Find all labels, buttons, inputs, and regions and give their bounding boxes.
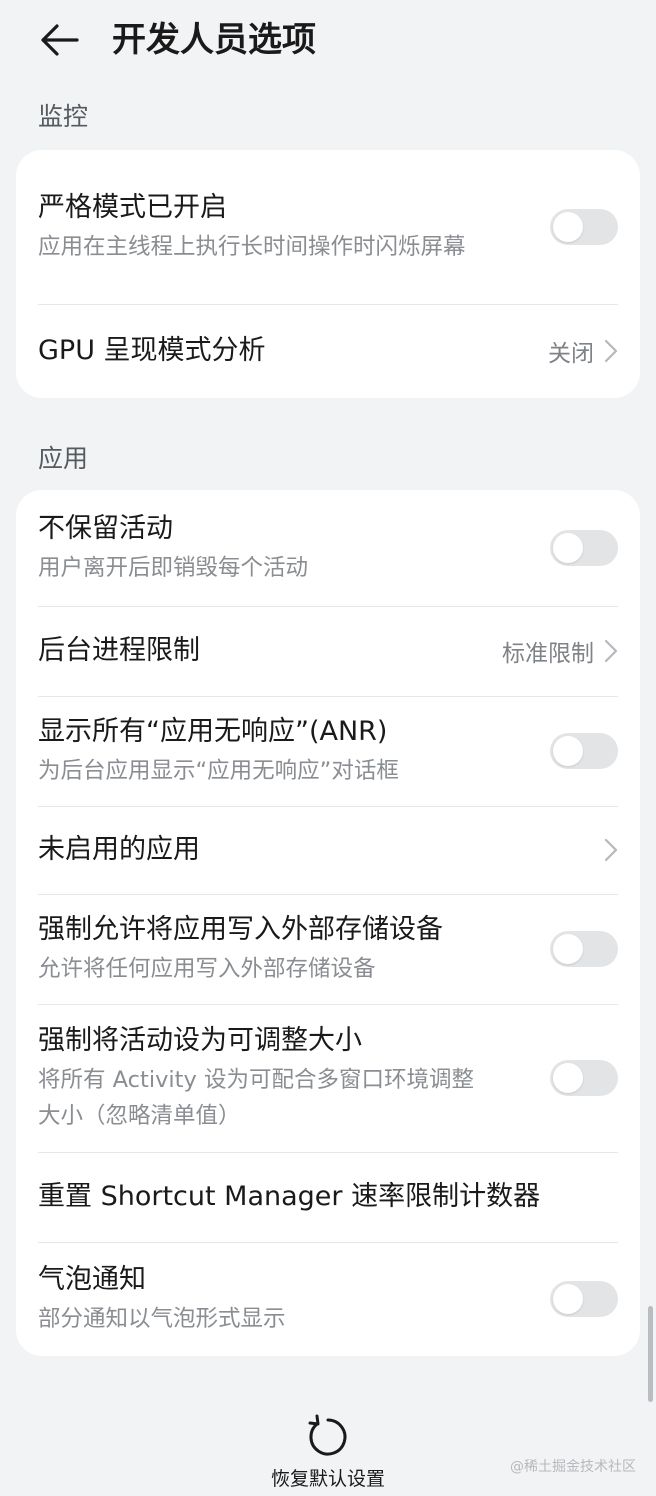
setting-subtitle: 用户离开后即销毁每个活动 <box>38 555 309 581</box>
back-button[interactable] <box>34 18 84 62</box>
toggle-knob <box>553 1284 583 1314</box>
page-title: 开发人员选项 <box>112 20 316 60</box>
card-apps: 不保留活动 用户离开后即销毁每个活动 后台进程限制 标准限制 显示所有“应用无响… <box>16 490 640 1356</box>
toggle-knob <box>553 934 583 964</box>
setting-bubble-notifications[interactable]: 气泡通知 部分通知以气泡形式显示 <box>16 1242 640 1356</box>
setting-subtitle: 将所有 Activity 设为可配合多窗口环境调整大小（忽略清单值） <box>38 1067 474 1129</box>
reset-defaults-label: 恢复默认设置 <box>270 1468 385 1490</box>
top-bar: 开发人员选项 <box>0 0 656 84</box>
watermark: @稀土掘金技术社区 <box>510 1459 636 1475</box>
reset-icon <box>308 1414 347 1456</box>
toggle-knob <box>553 736 583 766</box>
toggle-knob <box>553 212 583 242</box>
chevron-right-icon <box>604 639 618 663</box>
setting-text: 重置 Shortcut Manager 速率限制计数器 <box>38 1178 618 1216</box>
setting-subtitle: 部分通知以气泡形式显示 <box>38 1306 286 1332</box>
setting-text: 未启用的应用 <box>38 831 604 869</box>
section-title-apps: 应用 <box>38 444 89 473</box>
setting-text: 后台进程限制 <box>38 632 502 670</box>
setting-gpu-profiling[interactable]: GPU 呈现模式分析 关闭 <box>16 304 640 398</box>
setting-reset-shortcut-manager[interactable]: 重置 Shortcut Manager 速率限制计数器 <box>16 1152 640 1242</box>
scrollbar[interactable] <box>648 1306 653 1402</box>
chevron-right-icon <box>604 339 618 363</box>
arrow-left-icon <box>41 24 79 56</box>
setting-value: 关闭 <box>548 341 594 367</box>
bubble-notifications-toggle[interactable] <box>550 1281 618 1317</box>
setting-inactive-apps[interactable]: 未启用的应用 <box>16 806 640 894</box>
toggle-knob <box>553 1063 583 1093</box>
setting-dont-keep-activities[interactable]: 不保留活动 用户离开后即销毁每个活动 <box>16 490 640 606</box>
toggle-knob <box>553 533 583 563</box>
setting-title: 未启用的应用 <box>38 834 200 865</box>
setting-strict-mode[interactable]: 严格模式已开启 应用在主线程上执行长时间操作时闪烁屏幕 <box>16 150 640 304</box>
setting-title: 显示所有“应用无响应”(ANR) <box>38 716 388 747</box>
strict-mode-toggle[interactable] <box>550 209 618 245</box>
setting-subtitle: 允许将任何应用写入外部存储设备 <box>38 956 376 982</box>
setting-title: 重置 Shortcut Manager 速率限制计数器 <box>38 1181 541 1212</box>
force-allow-external-storage-toggle[interactable] <box>550 931 618 967</box>
setting-text: 气泡通知 部分通知以气泡形式显示 <box>38 1261 530 1337</box>
card-monitoring: 严格模式已开启 应用在主线程上执行长时间操作时闪烁屏幕 GPU 呈现模式分析 关… <box>16 150 640 398</box>
setting-text: 不保留活动 用户离开后即销毁每个活动 <box>38 510 530 586</box>
setting-title: 不保留活动 <box>38 513 173 544</box>
setting-subtitle: 为后台应用显示“应用无响应”对话框 <box>38 758 399 784</box>
setting-force-resizable-activities[interactable]: 强制将活动设为可调整大小 将所有 Activity 设为可配合多窗口环境调整大小… <box>16 1004 640 1152</box>
setting-text: GPU 呈现模式分析 <box>38 332 548 370</box>
dont-keep-activities-toggle[interactable] <box>550 530 618 566</box>
setting-subtitle: 应用在主线程上执行长时间操作时闪烁屏幕 <box>38 234 466 260</box>
setting-force-allow-external-storage[interactable]: 强制允许将应用写入外部存储设备 允许将任何应用写入外部存储设备 <box>16 894 640 1004</box>
reset-defaults-button[interactable]: 恢复默认设置 <box>250 1414 406 1491</box>
setting-text: 显示所有“应用无响应”(ANR) 为后台应用显示“应用无响应”对话框 <box>38 713 530 789</box>
setting-background-process-limit[interactable]: 后台进程限制 标准限制 <box>16 606 640 696</box>
section-title-monitoring: 监控 <box>38 102 89 131</box>
setting-text: 严格模式已开启 应用在主线程上执行长时间操作时闪烁屏幕 <box>38 189 530 265</box>
setting-show-all-anrs[interactable]: 显示所有“应用无响应”(ANR) 为后台应用显示“应用无响应”对话框 <box>16 696 640 806</box>
setting-title: 气泡通知 <box>38 1264 146 1295</box>
setting-title: GPU 呈现模式分析 <box>38 335 266 366</box>
show-all-anrs-toggle[interactable] <box>550 733 618 769</box>
chevron-right-icon <box>604 838 618 862</box>
setting-text: 强制允许将应用写入外部存储设备 允许将任何应用写入外部存储设备 <box>38 911 530 987</box>
setting-title: 强制将活动设为可调整大小 <box>38 1025 362 1056</box>
force-resizable-activities-toggle[interactable] <box>550 1060 618 1096</box>
setting-title: 强制允许将应用写入外部存储设备 <box>38 914 443 945</box>
setting-title: 严格模式已开启 <box>38 192 227 223</box>
setting-text: 强制将活动设为可调整大小 将所有 Activity 设为可配合多窗口环境调整大小… <box>38 1022 530 1134</box>
setting-value: 标准限制 <box>502 641 594 667</box>
setting-title: 后台进程限制 <box>38 635 200 666</box>
